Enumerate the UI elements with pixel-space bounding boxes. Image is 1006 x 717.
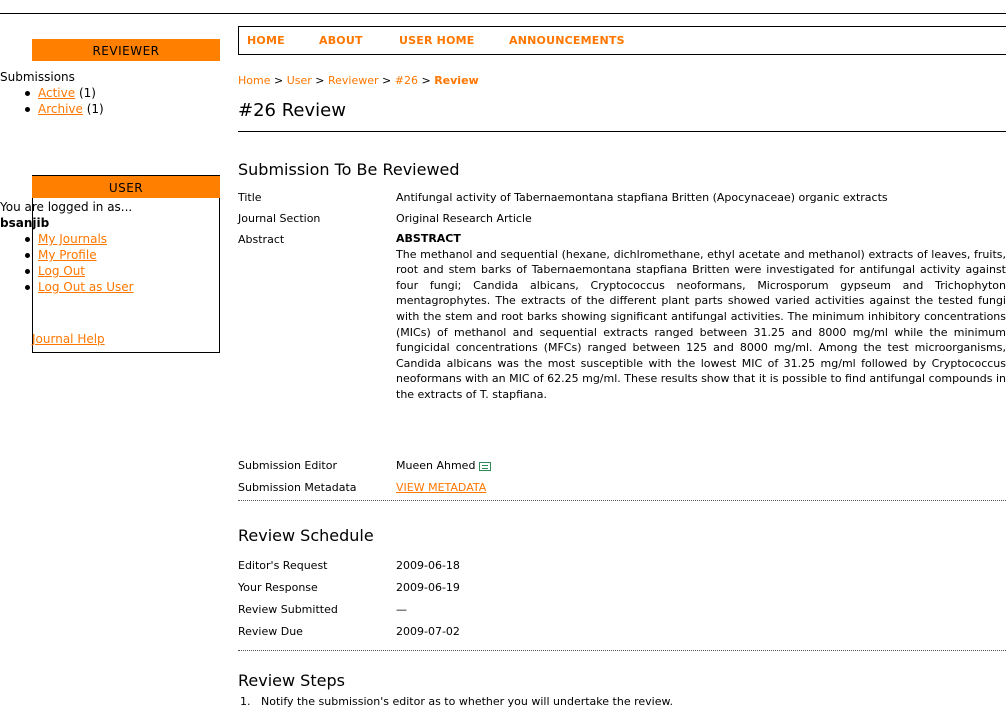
breadcrumb-separator: > <box>315 74 325 87</box>
breadcrumb-separator: > <box>273 74 284 87</box>
title-label: Title <box>238 191 262 204</box>
schedule-value: 2009-06-18 <box>396 559 460 572</box>
reviewer-block: REVIEWER <box>32 39 220 61</box>
reviewer-block-title: REVIEWER <box>32 39 220 61</box>
nav-about[interactable]: ABOUT <box>319 34 363 47</box>
schedule-value: 2009-06-19 <box>396 581 460 594</box>
user-block-title: USER <box>32 175 220 198</box>
list-item: Archive (1) <box>25 101 104 117</box>
section-value: Original Research Article <box>396 212 532 225</box>
breadcrumb-reviewer[interactable]: Reviewer <box>328 74 379 87</box>
active-count: (1) <box>78 86 96 100</box>
breadcrumb-separator: > <box>382 74 392 87</box>
nav-user-home[interactable]: USER HOME <box>399 34 475 47</box>
section-divider <box>238 650 1006 651</box>
list-item: My Journals <box>25 231 220 247</box>
breadcrumb-current: Review <box>434 74 479 87</box>
breadcrumb: Home > User > Reviewer > #26 > Review <box>238 74 479 87</box>
archive-count: (1) <box>86 102 104 116</box>
steps-heading: Review Steps <box>238 671 345 690</box>
user-block-content: You are logged in as... bsanjib My Journ… <box>0 199 220 295</box>
schedule-value: 2009-07-02 <box>396 625 460 638</box>
breadcrumb-separator: > <box>421 74 431 87</box>
section-divider <box>238 500 1006 501</box>
log-out-as-user-link[interactable]: Log Out as User <box>38 280 134 294</box>
list-item: Log Out as User <box>25 279 220 295</box>
breadcrumb-home[interactable]: Home <box>238 74 270 87</box>
list-item: Log Out <box>25 263 220 279</box>
section-label: Journal Section <box>238 212 321 225</box>
schedule-heading: Review Schedule <box>238 526 374 545</box>
abstract-text: The methanol and sequential (hexane, dic… <box>396 247 1006 401</box>
nav-announcements[interactable]: ANNOUNCEMENTS <box>509 34 625 47</box>
review-step: 1. Notify the submission's editor as to … <box>240 695 673 708</box>
schedule-value: — <box>396 603 407 616</box>
abstract: ABSTRACT The methanol and sequential (he… <box>396 231 1006 403</box>
abstract-label: Abstract <box>238 233 285 246</box>
user-links: My Journals My Profile Log Out Log Out a… <box>0 231 220 295</box>
editor-value: Mueen Ahmed <box>396 459 476 472</box>
my-journals-link[interactable]: My Journals <box>38 232 107 246</box>
archive-link[interactable]: Archive <box>38 102 83 116</box>
page-title: #26 Review <box>238 100 346 121</box>
reviewer-submissions: Submissions Active (1) Archive (1) <box>0 69 104 117</box>
schedule-label: Your Response <box>238 581 318 594</box>
editor-label: Submission Editor <box>238 459 337 472</box>
log-out-link[interactable]: Log Out <box>38 264 85 278</box>
submission-heading: Submission To Be Reviewed <box>238 160 460 179</box>
schedule-label: Review Due <box>238 625 303 638</box>
username: bsanjib <box>0 216 50 230</box>
abstract-heading: ABSTRACT <box>396 232 461 245</box>
submissions-list: Active (1) Archive (1) <box>0 85 104 117</box>
view-metadata-link[interactable]: VIEW METADATA <box>396 481 486 494</box>
active-link[interactable]: Active <box>38 86 75 100</box>
breadcrumb-submission[interactable]: #26 <box>395 74 418 87</box>
list-item: Active (1) <box>25 85 104 101</box>
top-divider <box>0 13 1006 14</box>
main-nav: HOME ABOUT USER HOME ANNOUNCEMENTS <box>238 26 1006 55</box>
schedule-label: Review Submitted <box>238 603 338 616</box>
breadcrumb-user[interactable]: User <box>287 74 312 87</box>
title-rule <box>238 131 1006 132</box>
journal-help-link[interactable]: Journal Help <box>32 332 105 346</box>
editor-value-wrap: Mueen Ahmed <box>396 459 492 472</box>
my-profile-link[interactable]: My Profile <box>38 248 97 262</box>
submissions-label: Submissions <box>0 70 75 84</box>
schedule-label: Editor's Request <box>238 559 328 572</box>
list-item: My Profile <box>25 247 220 263</box>
metadata-label: Submission Metadata <box>238 481 357 494</box>
email-icon[interactable] <box>479 461 492 471</box>
nav-home[interactable]: HOME <box>247 34 285 47</box>
title-value: Antifungal activity of Tabernaemontana s… <box>396 191 888 204</box>
logged-in-text: You are logged in as... <box>0 200 133 214</box>
